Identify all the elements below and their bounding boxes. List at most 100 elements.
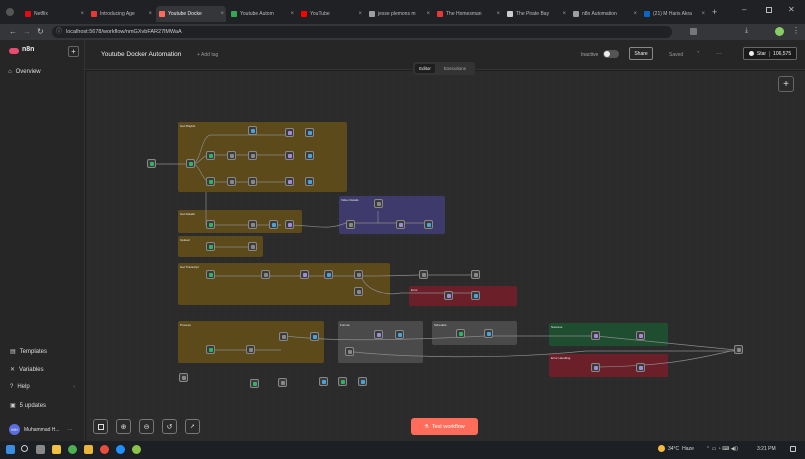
workflow-node[interactable] [186,159,195,168]
url-field[interactable]: ⓘ localhost:5678/workflow/nmGXvbFAR27lMW… [52,26,672,38]
workflow-node[interactable] [248,126,257,135]
workflow-node[interactable] [246,345,255,354]
workflow-node[interactable] [734,345,743,354]
workflow-node[interactable] [206,220,215,229]
sidebar-item-updates[interactable]: ▣ 5 updates [10,402,46,410]
workflow-node[interactable] [374,199,383,208]
site-info-icon[interactable]: ⓘ [56,26,62,38]
workflow-node[interactable] [419,270,428,279]
workflow-node[interactable] [456,329,465,338]
workflow-node[interactable] [248,220,257,229]
workflow-node[interactable] [206,345,215,354]
zoom-out-button[interactable]: ⊖ [139,419,154,434]
sidebar-item-overview[interactable]: ⌂ Overview [8,69,41,75]
workflow-node[interactable] [444,291,453,300]
download-icon[interactable]: ⤓ [745,27,748,35]
workflow-node[interactable] [279,332,288,341]
browser-tab[interactable]: Youtube Autom × [228,6,296,22]
add-button[interactable]: + [68,46,79,57]
workflow-node[interactable] [285,128,294,137]
workflow-node[interactable] [248,242,257,251]
workflow-node[interactable] [206,151,215,160]
workflow-node[interactable] [261,270,270,279]
search-icon[interactable] [21,445,28,452]
sidebar-item-variables[interactable]: ✕ Variables [10,366,44,374]
minimize-icon[interactable]: – [742,5,746,14]
chrome-active-icon[interactable] [100,445,109,454]
file-explorer-icon[interactable] [52,445,61,454]
workflow-node[interactable] [305,151,314,160]
user-row[interactable]: MH Muhammad H... ··· [9,424,73,435]
tab-close-icon[interactable]: × [220,11,224,17]
workflow-node[interactable] [636,331,645,340]
browser-tab[interactable]: Youtube Docke × [156,6,226,22]
workflow-node[interactable] [591,363,600,372]
tab-close-icon[interactable]: × [562,11,566,17]
active-toggle[interactable] [603,50,619,58]
tab-close-icon[interactable]: × [701,11,705,17]
workflow-node[interactable] [358,377,367,386]
workflow-node[interactable] [319,377,328,386]
select-tool-button[interactable]: ➚ [185,419,200,434]
workflow-node[interactable] [338,377,347,386]
tab-close-icon[interactable]: × [496,11,500,17]
tab-close-icon[interactable]: × [633,11,637,17]
history-icon[interactable]: ◔ [696,50,700,56]
workflow-node[interactable] [206,270,215,279]
tab-close-icon[interactable]: × [148,11,152,17]
browser-tab[interactable]: The Homesman × [434,6,502,22]
workflow-node[interactable] [395,330,404,339]
browser-more-icon[interactable]: ⋮ [792,26,800,35]
test-workflow-button[interactable]: ⚗ Test workflow [411,418,478,435]
edge-icon[interactable] [116,445,125,454]
workflow-node[interactable] [250,379,259,388]
workflow-node[interactable] [346,220,355,229]
github-star-button[interactable]: Star 106,575 [743,47,797,60]
browser-tab[interactable]: (21) M Haris Akra × [641,6,707,22]
tab-close-icon[interactable]: × [80,11,84,17]
reset-zoom-button[interactable]: ↺ [162,419,177,434]
workflow-node[interactable] [484,329,493,338]
browser-tab[interactable]: Netflix × [22,6,86,22]
workflow-node[interactable] [396,220,405,229]
workflow-node[interactable] [285,220,294,229]
workflow-node[interactable] [278,378,287,387]
explorer-icon[interactable] [84,445,93,454]
workflow-node[interactable] [636,363,645,372]
workflow-node[interactable] [354,270,363,279]
workflow-node[interactable] [324,270,333,279]
workflow-node[interactable] [424,220,433,229]
zoom-in-button[interactable]: ⊕ [116,419,131,434]
chrome-icon[interactable] [68,445,77,454]
browser-tab[interactable]: n8n Automation × [570,6,639,22]
weather-widget[interactable]: 34°C Haze [658,445,694,452]
share-button[interactable]: Share [629,47,653,60]
workflow-node[interactable] [227,151,236,160]
workflow-node[interactable] [374,330,383,339]
start-icon[interactable] [6,445,15,454]
workflow-node[interactable] [471,291,480,300]
workflow-node[interactable] [305,177,314,186]
workflow-node[interactable] [206,242,215,251]
notification-icon[interactable] [790,446,796,452]
workflow-node[interactable] [285,177,294,186]
fit-view-button[interactable] [93,419,108,434]
workflow-node[interactable] [147,159,156,168]
workflow-node[interactable] [310,332,319,341]
sidebar-item-templates[interactable]: ▤ Templates [10,348,47,356]
task-view-icon[interactable] [36,445,45,454]
user-menu-icon[interactable]: ··· [68,427,73,433]
workflow-node[interactable] [179,373,188,382]
system-tray[interactable]: ⌃ ▭ ◔ ⌨ ◀)) [706,446,738,452]
add-tag-link[interactable]: + Add tag [197,52,218,58]
browser-tab[interactable]: jesse plemons m × [366,6,432,22]
workflow-node[interactable] [345,347,354,356]
workflow-node[interactable] [285,151,294,160]
workflow-canvas[interactable]: Editor Executions + Get Playlist Get Det… [86,62,805,441]
more-menu-icon[interactable]: ··· [716,51,722,57]
workflow-node[interactable] [300,270,309,279]
workflow-node[interactable] [248,151,257,160]
workflow-node[interactable] [354,287,363,296]
new-tab-icon[interactable]: + [712,7,717,17]
forward-icon[interactable]: → [23,27,31,36]
